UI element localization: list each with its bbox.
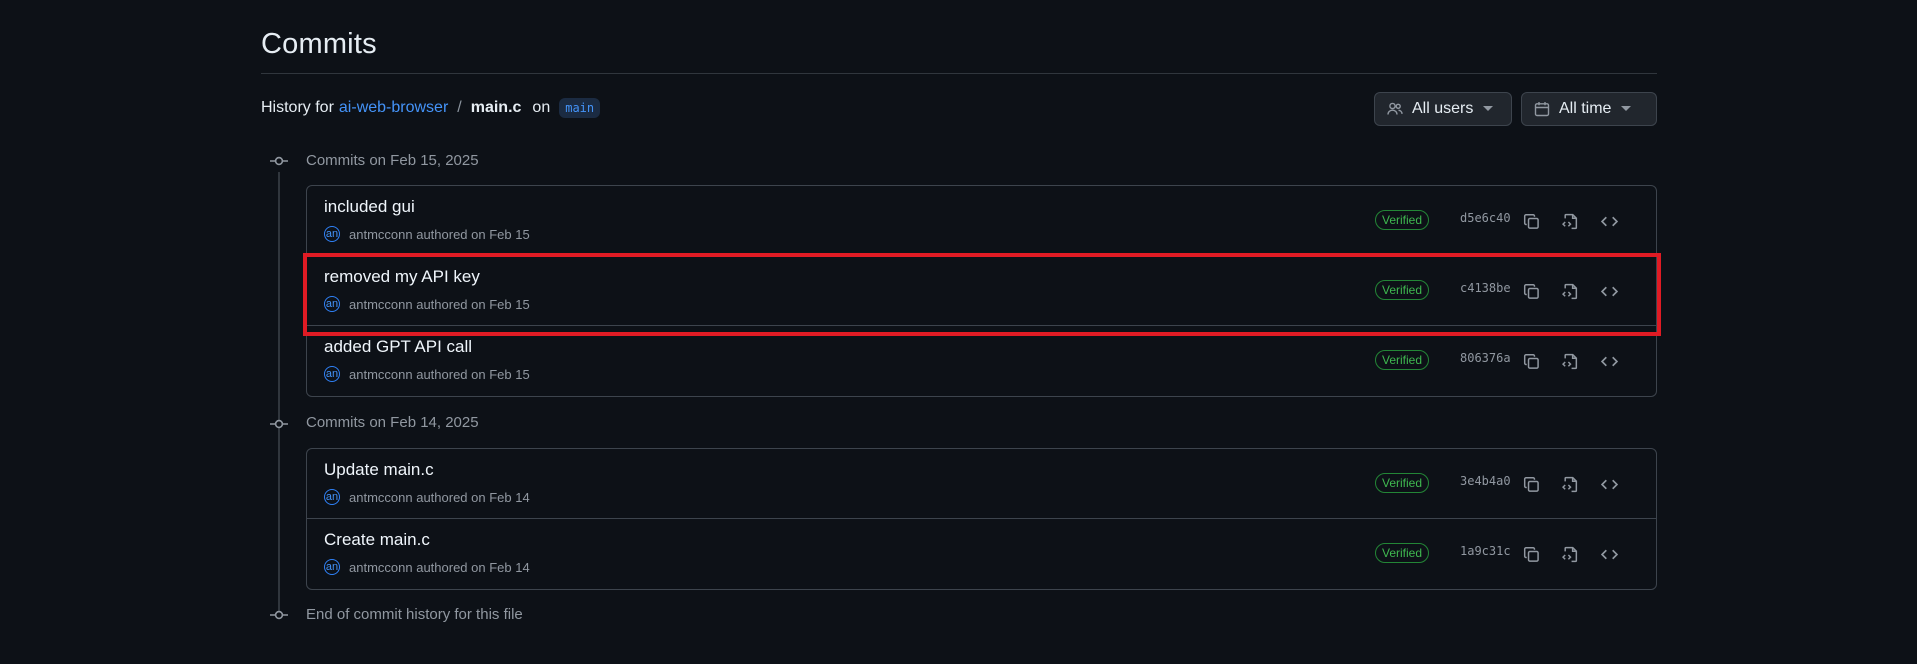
browse-files-button[interactable]: [1556, 470, 1584, 498]
commit-sha[interactable]: 806376a: [1460, 351, 1511, 365]
copy-sha-button[interactable]: [1517, 277, 1545, 305]
verified-badge[interactable]: Verified: [1375, 210, 1430, 230]
all-users-label: All users: [1412, 100, 1474, 117]
browse-files-button[interactable]: [1556, 347, 1584, 375]
copy-sha-button[interactable]: [1517, 470, 1545, 498]
authored-date: authored on Feb 14: [416, 559, 530, 575]
commit-message[interactable]: removed my API key: [324, 267, 480, 287]
authored-date: authored on Feb 15: [416, 226, 530, 242]
author-name[interactable]: antmcconn: [349, 227, 413, 242]
chevron-down-icon: [1483, 106, 1494, 112]
verified-badge[interactable]: Verified: [1375, 543, 1430, 563]
commit-row[interactable]: Create main.c an antmcconn authored on F…: [307, 519, 1656, 589]
commit-sha[interactable]: c4138be: [1460, 281, 1511, 295]
view-code-button[interactable]: [1595, 277, 1623, 305]
commit-row[interactable]: removed my API key an antmcconn authored…: [307, 256, 1656, 326]
all-time-label: All time: [1559, 100, 1612, 117]
commit-meta: an antmcconn authored on Feb 15: [324, 366, 530, 382]
author-name[interactable]: antmcconn: [349, 490, 413, 505]
file-code-icon: [1561, 353, 1577, 369]
code-icon: [1600, 549, 1618, 559]
avatar[interactable]: an: [324, 489, 340, 505]
git-commit-icon: [270, 609, 288, 621]
people-icon: [1387, 101, 1403, 117]
end-of-history-label: End of commit history for this file: [306, 606, 523, 623]
commit-row[interactable]: included gui an antmcconn authored on Fe…: [307, 186, 1656, 256]
group-date-label: Commits on Feb 14, 2025: [306, 414, 479, 431]
author-name[interactable]: antmcconn: [349, 297, 413, 312]
browse-files-button[interactable]: [1556, 207, 1584, 235]
history-prefix: History for: [261, 99, 334, 116]
code-icon: [1600, 286, 1618, 296]
avatar[interactable]: an: [324, 366, 340, 382]
file-name: main.c: [470, 99, 522, 116]
git-commit-icon: [270, 155, 288, 167]
view-code-button[interactable]: [1595, 207, 1623, 235]
calendar-icon: [1534, 101, 1550, 117]
commit-message[interactable]: Update main.c: [324, 460, 434, 480]
copy-icon: [1523, 213, 1539, 229]
path-separator: /: [457, 99, 462, 116]
author-name[interactable]: antmcconn: [349, 560, 413, 575]
breadcrumb: History for ai-web-browser / main.c on m…: [261, 98, 601, 118]
title-divider: [261, 73, 1657, 74]
authored-date: authored on Feb 15: [416, 296, 530, 312]
commit-meta: an antmcconn authored on Feb 15: [324, 296, 530, 312]
verified-badge[interactable]: Verified: [1375, 473, 1430, 493]
page-title: Commits: [261, 28, 377, 60]
authored-date: authored on Feb 14: [416, 489, 530, 505]
browse-files-button[interactable]: [1556, 540, 1584, 568]
author-name[interactable]: antmcconn: [349, 367, 413, 382]
copy-icon: [1523, 353, 1539, 369]
on-label: on: [532, 99, 551, 116]
avatar[interactable]: an: [324, 296, 340, 312]
avatar[interactable]: an: [324, 559, 340, 575]
copy-icon: [1523, 283, 1539, 299]
git-commit-icon: [270, 418, 288, 430]
all-users-filter-button[interactable]: All users: [1374, 92, 1512, 126]
avatar[interactable]: an: [324, 226, 340, 242]
code-icon: [1600, 479, 1618, 489]
copy-sha-button[interactable]: [1517, 207, 1545, 235]
code-icon: [1600, 216, 1618, 226]
commit-group: Update main.c an antmcconn authored on F…: [306, 448, 1657, 590]
chevron-down-icon: [1621, 106, 1632, 112]
authored-date: authored on Feb 15: [416, 366, 530, 382]
group-date-label: Commits on Feb 15, 2025: [306, 152, 479, 169]
file-code-icon: [1561, 546, 1577, 562]
timeline-line: [278, 172, 280, 612]
view-code-button[interactable]: [1595, 347, 1623, 375]
code-icon: [1600, 356, 1618, 366]
verified-badge[interactable]: Verified: [1375, 350, 1430, 370]
file-code-icon: [1561, 213, 1577, 229]
commit-row[interactable]: Update main.c an antmcconn authored on F…: [307, 449, 1656, 519]
commit-sha[interactable]: d5e6c40: [1460, 211, 1511, 225]
commit-message[interactable]: included gui: [324, 197, 415, 217]
file-code-icon: [1561, 476, 1577, 492]
browse-files-button[interactable]: [1556, 277, 1584, 305]
commit-sha[interactable]: 1a9c31c: [1460, 544, 1511, 558]
all-time-filter-button[interactable]: All time: [1521, 92, 1657, 126]
commit-meta: an antmcconn authored on Feb 15: [324, 226, 530, 242]
view-code-button[interactable]: [1595, 540, 1623, 568]
commit-group: included gui an antmcconn authored on Fe…: [306, 185, 1657, 397]
commit-message[interactable]: Create main.c: [324, 530, 430, 550]
verified-badge[interactable]: Verified: [1375, 280, 1430, 300]
copy-icon: [1523, 546, 1539, 562]
copy-sha-button[interactable]: [1517, 540, 1545, 568]
copy-sha-button[interactable]: [1517, 347, 1545, 375]
repo-link[interactable]: ai-web-browser: [339, 99, 448, 117]
view-code-button[interactable]: [1595, 470, 1623, 498]
commit-meta: an antmcconn authored on Feb 14: [324, 559, 530, 575]
copy-icon: [1523, 476, 1539, 492]
commit-row[interactable]: added GPT API call an antmcconn authored…: [307, 326, 1656, 396]
file-code-icon: [1561, 283, 1577, 299]
branch-badge[interactable]: main: [559, 98, 601, 118]
commit-sha[interactable]: 3e4b4a0: [1460, 474, 1511, 488]
commit-message[interactable]: added GPT API call: [324, 337, 472, 357]
commit-meta: an antmcconn authored on Feb 14: [324, 489, 530, 505]
